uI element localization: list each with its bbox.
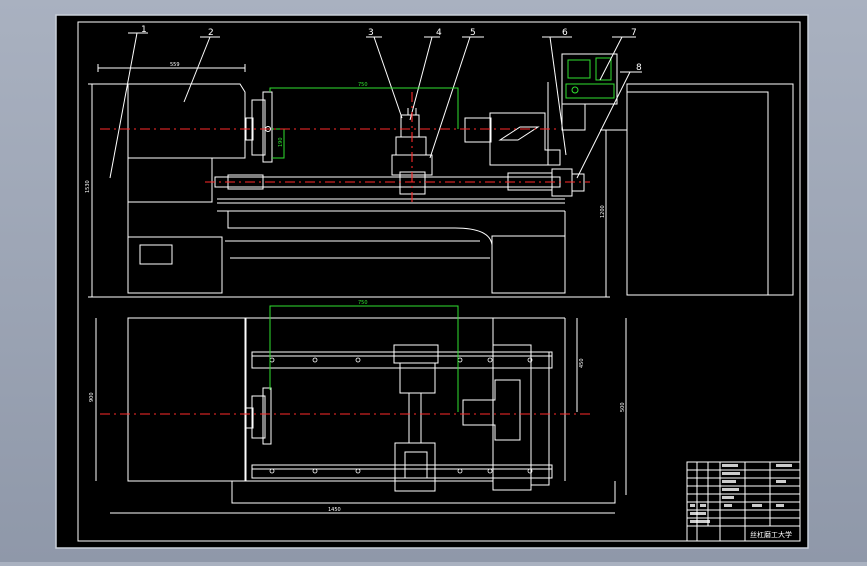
part-label-5: 5 (470, 28, 476, 38)
dim-front-750: 750 (358, 82, 368, 88)
part-label-1: 1 (141, 25, 147, 35)
dim-plan-750: 750 (358, 300, 368, 306)
dim-900: 900 (89, 392, 95, 402)
drawing-sheet (55, 14, 809, 549)
part-label-6: 6 (562, 28, 568, 38)
dim-1200: 1200 (600, 205, 606, 218)
part-label-8: 8 (636, 63, 642, 73)
cad-drawing: 1 2 3 4 5 6 7 8 559 750 1530 1200 190 75… (55, 14, 809, 549)
dim-500: 500 (620, 402, 626, 412)
dim-450: 450 (579, 358, 585, 368)
part-label-7: 7 (631, 28, 637, 38)
dim-559: 559 (170, 62, 180, 68)
dim-190: 190 (278, 137, 284, 147)
part-label-3: 3 (368, 28, 374, 38)
part-label-2: 2 (208, 28, 214, 38)
title-block-title: 丝杠磨工大学 (750, 530, 792, 539)
dim-1530: 1530 (85, 180, 91, 193)
cad-viewport: 1 2 3 4 5 6 7 8 559 750 1530 1200 190 75… (0, 0, 867, 562)
dim-1450: 1450 (328, 507, 341, 513)
part-label-4: 4 (436, 28, 442, 38)
